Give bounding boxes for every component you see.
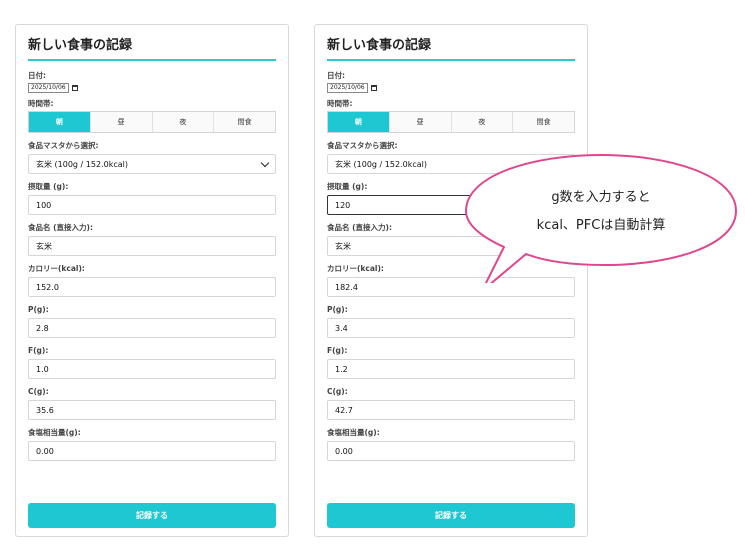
time-slot-selector: 朝 昼 夜 間食 bbox=[327, 111, 575, 133]
date-label: 日付: bbox=[327, 71, 345, 80]
callout-line-2: kcal、PFCは自動計算 bbox=[536, 218, 666, 233]
fat-input[interactable]: 1.2 bbox=[327, 359, 575, 379]
slot-lunch[interactable]: 昼 bbox=[389, 112, 452, 132]
food-master-select[interactable]: 玄米 (100g / 152.0kcal) bbox=[28, 154, 276, 174]
calendar-icon[interactable] bbox=[71, 85, 78, 91]
calorie-input[interactable]: 152.0 bbox=[28, 277, 276, 297]
food-master-value: 玄米 (100g / 152.0kcal) bbox=[36, 159, 128, 169]
callout-bubble: g数を入力すると kcal、PFCは自動計算 bbox=[464, 153, 738, 292]
submit-button[interactable]: 記録する bbox=[28, 503, 276, 528]
slot-breakfast[interactable]: 朝 bbox=[328, 112, 390, 132]
protein-label: P(g): bbox=[327, 305, 348, 314]
slot-dinner[interactable]: 夜 bbox=[152, 112, 215, 132]
time-slot-selector: 朝 昼 夜 間食 bbox=[28, 111, 276, 133]
date-label: 日付: bbox=[28, 71, 46, 80]
date-value: 2025/10/06 bbox=[327, 83, 368, 93]
fat-label: F(g): bbox=[28, 346, 49, 355]
slot-snack[interactable]: 間食 bbox=[513, 112, 574, 132]
food-master-label: 食品マスタから選択: bbox=[327, 141, 398, 150]
carb-input[interactable]: 35.6 bbox=[28, 400, 276, 420]
slot-lunch[interactable]: 昼 bbox=[90, 112, 153, 132]
carb-label: C(g): bbox=[327, 387, 348, 396]
form-title: 新しい食事の記録 bbox=[327, 38, 432, 53]
protein-input[interactable]: 3.4 bbox=[327, 318, 575, 338]
food-name-label: 食品名 (直接入力): bbox=[28, 223, 93, 232]
chevron-down-icon bbox=[260, 158, 270, 167]
calendar-icon[interactable] bbox=[370, 85, 377, 91]
protein-label: P(g): bbox=[28, 305, 49, 314]
callout-line-1: g数を入力すると bbox=[551, 190, 651, 205]
slot-breakfast[interactable]: 朝 bbox=[29, 112, 91, 132]
meal-form-before: 新しい食事の記録 日付: 2025/10/06 時間帯: 朝 昼 夜 間食 食品… bbox=[15, 24, 289, 537]
time-slot-label: 時間帯: bbox=[327, 99, 353, 108]
fat-label: F(g): bbox=[327, 346, 348, 355]
slot-snack[interactable]: 間食 bbox=[214, 112, 275, 132]
salt-label: 食塩相当量(g): bbox=[28, 428, 81, 437]
food-master-label: 食品マスタから選択: bbox=[28, 141, 99, 150]
carb-label: C(g): bbox=[28, 387, 49, 396]
fat-input[interactable]: 1.0 bbox=[28, 359, 276, 379]
submit-button[interactable]: 記録する bbox=[327, 503, 575, 528]
calorie-label: カロリー(kcal): bbox=[28, 264, 85, 273]
amount-input[interactable]: 100 bbox=[28, 195, 276, 215]
form-title: 新しい食事の記録 bbox=[28, 38, 133, 53]
salt-label: 食塩相当量(g): bbox=[327, 428, 380, 437]
slot-dinner[interactable]: 夜 bbox=[451, 112, 514, 132]
salt-input[interactable]: 0.00 bbox=[28, 441, 276, 461]
date-input[interactable]: 2025/10/06 bbox=[327, 83, 575, 93]
salt-input[interactable]: 0.00 bbox=[327, 441, 575, 461]
protein-input[interactable]: 2.8 bbox=[28, 318, 276, 338]
carb-input[interactable]: 42.7 bbox=[327, 400, 575, 420]
amount-label: 摂取量 (g): bbox=[28, 182, 69, 191]
food-name-input[interactable]: 玄米 bbox=[28, 236, 276, 256]
date-value: 2025/10/06 bbox=[28, 83, 69, 93]
food-master-value: 玄米 (100g / 152.0kcal) bbox=[335, 159, 427, 169]
title-divider bbox=[28, 59, 276, 61]
time-slot-label: 時間帯: bbox=[28, 99, 54, 108]
title-divider bbox=[327, 59, 575, 61]
date-input[interactable]: 2025/10/06 bbox=[28, 83, 276, 93]
